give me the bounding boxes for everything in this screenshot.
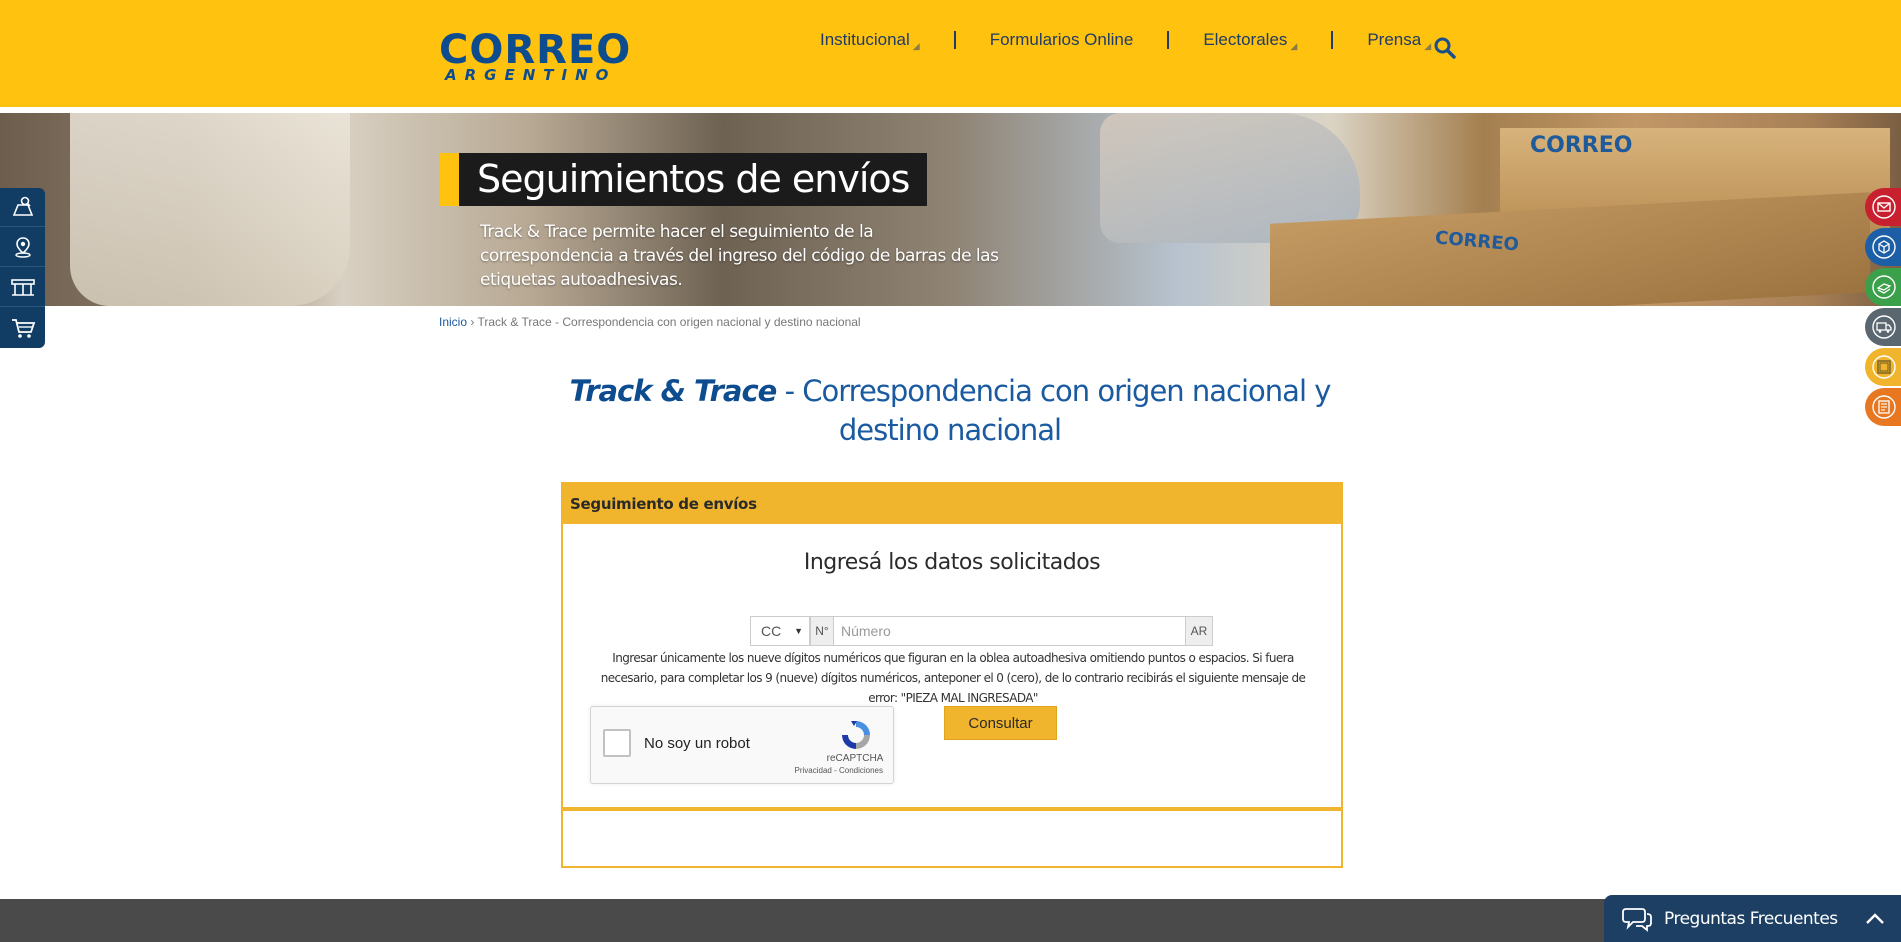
page-title-bold: Track & Trace	[569, 374, 778, 408]
recaptcha-checkbox[interactable]	[603, 729, 631, 757]
nav-label: Electorales	[1203, 30, 1288, 49]
search-icon[interactable]	[1433, 36, 1457, 60]
box-icon[interactable]	[1865, 348, 1901, 386]
panel-subtitle: Ingresá los datos solicitados	[803, 550, 1101, 575]
nav-item-formularios-online[interactable]: Formularios Online	[990, 30, 1134, 50]
select-value: CC	[761, 623, 782, 639]
recaptcha-links[interactable]: Privacidad - Condiciones	[791, 766, 891, 775]
envelope-icon[interactable]	[1865, 188, 1901, 226]
nav-label: Formularios Online	[989, 30, 1134, 49]
breadcrumb-current: Track & Trace - Correspondencia con orig…	[477, 315, 861, 329]
help-text: Ingresar únicamente los nueve dígitos nu…	[600, 651, 1306, 705]
site-header: CORREO ARGENTINO Institucional ◢ Formula…	[0, 0, 1901, 110]
location-pin-icon[interactable]	[0, 228, 45, 267]
dropdown-arrow-icon: ◢	[912, 40, 920, 51]
main-nav: Institucional ◢ Formularios Online Elect…	[820, 28, 1431, 52]
number-prefix-addon: N°	[810, 616, 834, 646]
nav-item-electorales[interactable]: Electorales ◢	[1203, 29, 1297, 52]
nav-item-institucional[interactable]: Institucional ◢	[820, 29, 920, 52]
recaptcha-logo-icon	[838, 717, 874, 753]
branch-building-icon[interactable]	[0, 268, 45, 307]
breadcrumb-home-link[interactable]: Inicio	[439, 315, 467, 329]
package-icon[interactable]	[1865, 228, 1901, 266]
page-title: Track & Trace - Correspondencia con orig…	[560, 372, 1340, 450]
nav-label: Prensa	[1367, 30, 1422, 49]
faq-button[interactable]: Preguntas Frecuentes	[1604, 895, 1901, 942]
chevron-up-icon[interactable]	[1865, 909, 1885, 929]
hero-description: Track & Trace permite hacer el seguimien…	[480, 222, 999, 290]
hero-banner: CORREO CORREO Seguimientos de envíos Tra…	[0, 113, 1901, 306]
breadcrumb-separator: ›	[470, 315, 475, 329]
hero-title-accent	[439, 153, 459, 206]
breadcrumb: Inicio › Track & Trace - Correspondencia…	[439, 315, 861, 329]
shopping-cart-icon[interactable]	[0, 308, 45, 347]
nav-label: Institucional	[820, 30, 910, 49]
hero-box-image	[1270, 192, 1870, 306]
panel-header: Seguimiento de envíos	[563, 484, 1341, 524]
faq-label: Preguntas Frecuentes	[1664, 908, 1838, 929]
tracking-panel: Seguimiento de envíos Ingresá los datos …	[561, 482, 1343, 868]
map-pin-search-icon[interactable]	[0, 188, 45, 227]
consultar-button[interactable]: Consultar	[944, 706, 1057, 740]
chevron-down-icon: ▼	[794, 626, 803, 636]
chat-bubbles-icon	[1622, 906, 1652, 932]
hero-person-image	[70, 113, 350, 306]
nav-separator	[953, 31, 956, 49]
hero-title: Seguimientos de envíos	[459, 153, 928, 206]
recaptcha-label: No soy un robot	[644, 735, 750, 752]
panel-divider	[563, 807, 1341, 811]
correo-argentino-logo[interactable]: CORREO ARGENTINO	[439, 27, 632, 84]
nav-item-prensa[interactable]: Prensa ◢	[1367, 29, 1431, 52]
logo-main-text: CORREO	[439, 27, 632, 73]
dropdown-arrow-icon: ◢	[1290, 40, 1298, 51]
delivery-truck-icon[interactable]	[1865, 308, 1901, 346]
left-quick-access	[0, 188, 45, 348]
logo-sub-text: ARGENTINO	[445, 66, 617, 84]
tracking-number-input[interactable]	[834, 616, 1185, 646]
nav-separator	[1167, 31, 1170, 49]
nav-separator	[1331, 31, 1334, 49]
document-icon[interactable]	[1865, 388, 1901, 426]
product-type-select[interactable]: CC ▼	[750, 616, 810, 646]
recaptcha-brand: reCAPTCHA	[826, 753, 884, 764]
tracking-form-row: CC ▼ N° AR	[750, 616, 1213, 646]
dropdown-arrow-icon: ◢	[1424, 40, 1432, 51]
hero-box-logo: CORREO	[1530, 133, 1633, 158]
money-icon[interactable]	[1865, 268, 1901, 306]
recaptcha-widget: No soy un robot reCAPTCHA Privacidad - C…	[590, 706, 894, 784]
page-title-rest: - Correspondencia con origen nacional y …	[776, 374, 1332, 447]
country-suffix-addon: AR	[1185, 616, 1213, 646]
page: CORREO ARGENTINO Institucional ◢ Formula…	[0, 0, 1901, 942]
